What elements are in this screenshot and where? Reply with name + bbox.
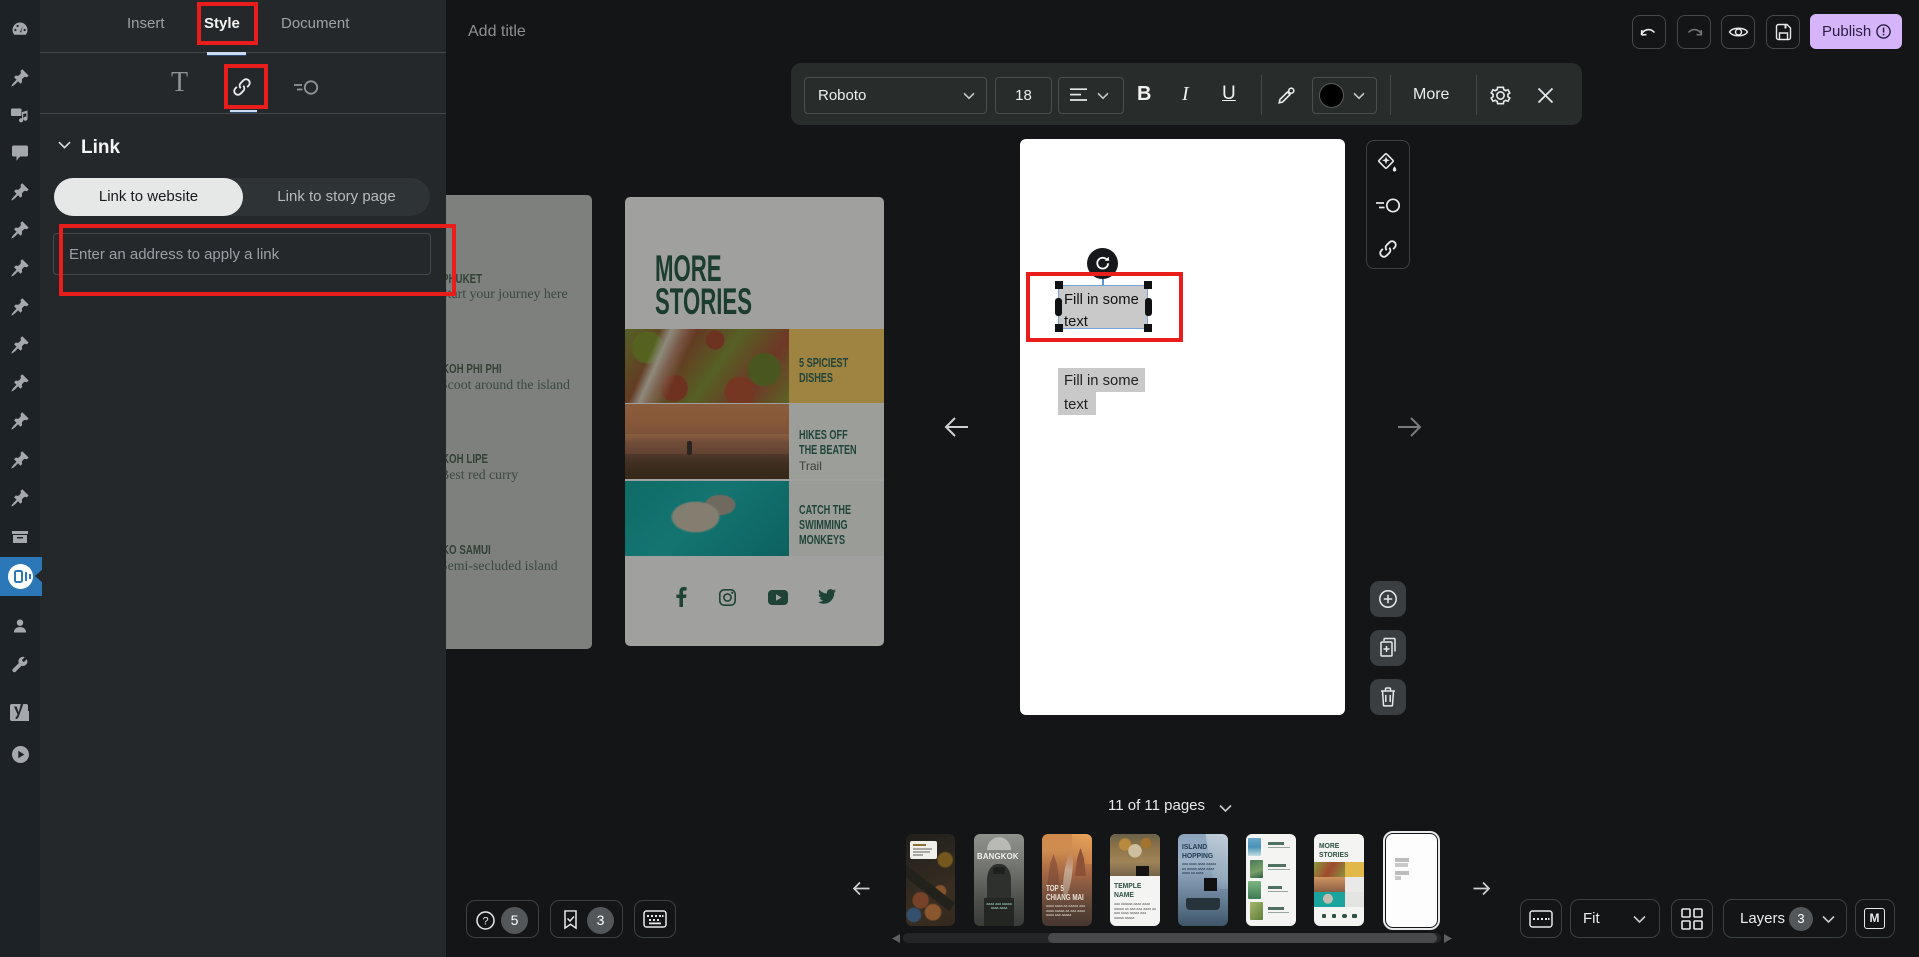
svg-text:?: ?: [482, 916, 488, 928]
